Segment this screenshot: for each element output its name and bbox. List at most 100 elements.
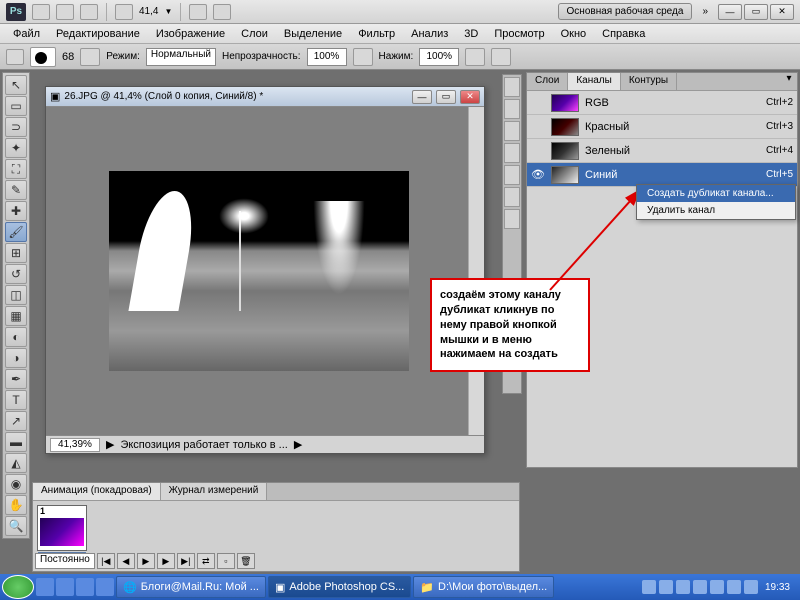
visibility-icon[interactable]	[531, 120, 545, 134]
quicklaunch-icon[interactable]	[36, 578, 54, 596]
quicklaunch-icon[interactable]	[96, 578, 114, 596]
doc-zoom-input[interactable]	[50, 438, 100, 452]
eyedropper-tool[interactable]: ✎	[5, 180, 27, 200]
next-frame-button[interactable]: ▶	[157, 553, 175, 569]
delete-frame-button[interactable]: 🗑	[237, 553, 255, 569]
gradient-tool[interactable]: ▦	[5, 306, 27, 326]
vertical-scrollbar[interactable]	[468, 107, 484, 435]
taskbar-task[interactable]: 📁D:\Мои фото\выдел...	[413, 576, 554, 598]
zoom-dropdown-icon[interactable]: ▼	[164, 7, 172, 16]
healing-tool[interactable]: ✚	[5, 201, 27, 221]
menu-analysis[interactable]: Анализ	[404, 26, 455, 42]
doc-maximize-button[interactable]: ▭	[436, 90, 456, 104]
type-tool[interactable]: T	[5, 390, 27, 410]
quicklaunch-icon[interactable]	[76, 578, 94, 596]
new-frame-button[interactable]: ▫	[217, 553, 235, 569]
marquee-tool[interactable]: ▭	[5, 96, 27, 116]
move-tool[interactable]: ↖	[5, 75, 27, 95]
dock-icon[interactable]	[504, 209, 520, 229]
tool-preset-icon[interactable]	[6, 49, 24, 65]
3d-camera-tool[interactable]: ◉	[5, 474, 27, 494]
workspace-button[interactable]: Основная рабочая среда	[558, 3, 693, 20]
bridge-icon[interactable]	[32, 4, 50, 20]
status-arrow-icon[interactable]: ▶	[106, 438, 114, 451]
dock-icon[interactable]	[504, 121, 520, 141]
brush-preview[interactable]	[30, 47, 56, 67]
menu-duplicate-channel[interactable]: Создать дубликат канала...	[637, 185, 795, 202]
menu-view[interactable]: Просмотр	[487, 26, 551, 42]
flow-input[interactable]	[419, 48, 459, 66]
tray-icon[interactable]	[693, 580, 707, 594]
history-brush-tool[interactable]: ↺	[5, 264, 27, 284]
menu-file[interactable]: Файл	[6, 26, 47, 42]
opacity-pressure-icon[interactable]	[353, 48, 373, 66]
tray-icon[interactable]	[727, 580, 741, 594]
tray-icon[interactable]	[744, 580, 758, 594]
blend-mode-select[interactable]: Нормальный	[146, 48, 216, 66]
blur-tool[interactable]: ◐	[5, 327, 27, 347]
loop-select[interactable]: Постоянно	[35, 553, 95, 569]
clock[interactable]: 19:33	[761, 582, 794, 593]
visibility-icon[interactable]: 👁	[531, 168, 545, 182]
dodge-tool[interactable]: ◑	[5, 348, 27, 368]
tab-measurement-log[interactable]: Журнал измерений	[161, 483, 268, 500]
tray-icon[interactable]	[710, 580, 724, 594]
panel-menu-icon[interactable]: ▾	[781, 73, 797, 90]
brush-tool[interactable]: 🖌	[5, 222, 27, 242]
crop-tool[interactable]: ⛶	[5, 159, 27, 179]
minimize-button[interactable]: —	[718, 4, 742, 20]
menu-help[interactable]: Справка	[595, 26, 652, 42]
menu-layers[interactable]: Слои	[234, 26, 275, 42]
quicklaunch-icon[interactable]	[56, 578, 74, 596]
tray-icon[interactable]	[659, 580, 673, 594]
taskbar-task[interactable]: 🌐Блоги@Mail.Ru: Мой ...	[116, 576, 266, 598]
airbrush-icon[interactable]	[465, 48, 485, 66]
close-button[interactable]: ✕	[770, 4, 794, 20]
menu-window[interactable]: Окно	[554, 26, 594, 42]
screen-mode-icon[interactable]	[80, 4, 98, 20]
menu-image[interactable]: Изображение	[149, 26, 232, 42]
shape-tool[interactable]: ▬	[5, 432, 27, 452]
dock-icon[interactable]	[504, 77, 520, 97]
maximize-button[interactable]: ▭	[744, 4, 768, 20]
pen-tool[interactable]: ✒	[5, 369, 27, 389]
opacity-input[interactable]	[307, 48, 347, 66]
menu-filter[interactable]: Фильтр	[351, 26, 402, 42]
status-more-icon[interactable]: ▶	[294, 438, 302, 451]
hand-tool-icon[interactable]	[115, 4, 133, 20]
document-titlebar[interactable]: ▣ 26.JPG @ 41,4% (Слой 0 копия, Синий/8)…	[46, 87, 484, 107]
path-select-tool[interactable]: ↗	[5, 411, 27, 431]
channel-row-red[interactable]: Красный Ctrl+3	[527, 115, 797, 139]
dock-icon[interactable]	[504, 165, 520, 185]
quick-select-tool[interactable]: ✦	[5, 138, 27, 158]
tray-icon[interactable]	[676, 580, 690, 594]
3d-tool[interactable]: ◭	[5, 453, 27, 473]
stamp-tool[interactable]: ⊞	[5, 243, 27, 263]
tween-button[interactable]: ⇄	[197, 553, 215, 569]
brush-panel-icon[interactable]	[80, 48, 100, 66]
prev-frame-button[interactable]: ◀	[117, 553, 135, 569]
lasso-tool[interactable]: ⊃	[5, 117, 27, 137]
menu-select[interactable]: Выделение	[277, 26, 349, 42]
tab-channels[interactable]: Каналы	[568, 73, 621, 90]
last-frame-button[interactable]: ▶|	[177, 553, 195, 569]
doc-close-button[interactable]: ✕	[460, 90, 480, 104]
menu-delete-channel[interactable]: Удалить канал	[637, 202, 795, 219]
workspace-more-icon[interactable]: »	[698, 4, 712, 19]
taskbar-task[interactable]: ▣Adobe Photoshop CS...	[268, 576, 411, 598]
visibility-icon[interactable]	[531, 96, 545, 110]
dock-icon[interactable]	[504, 143, 520, 163]
arrange-icon[interactable]	[189, 4, 207, 20]
layout-icon[interactable]	[56, 4, 74, 20]
tab-layers[interactable]: Слои	[527, 73, 568, 90]
play-button[interactable]: ▶	[137, 553, 155, 569]
channel-row-green[interactable]: Зеленый Ctrl+4	[527, 139, 797, 163]
doc-minimize-button[interactable]: —	[412, 90, 432, 104]
tab-paths[interactable]: Контуры	[621, 73, 677, 90]
dock-icon[interactable]	[504, 187, 520, 207]
first-frame-button[interactable]: |◀	[97, 553, 115, 569]
tray-icon[interactable]	[642, 580, 656, 594]
tablet-pressure-icon[interactable]	[491, 48, 511, 66]
zoom-level[interactable]: 41,4	[139, 6, 158, 17]
tab-animation[interactable]: Анимация (покадровая)	[33, 483, 161, 500]
